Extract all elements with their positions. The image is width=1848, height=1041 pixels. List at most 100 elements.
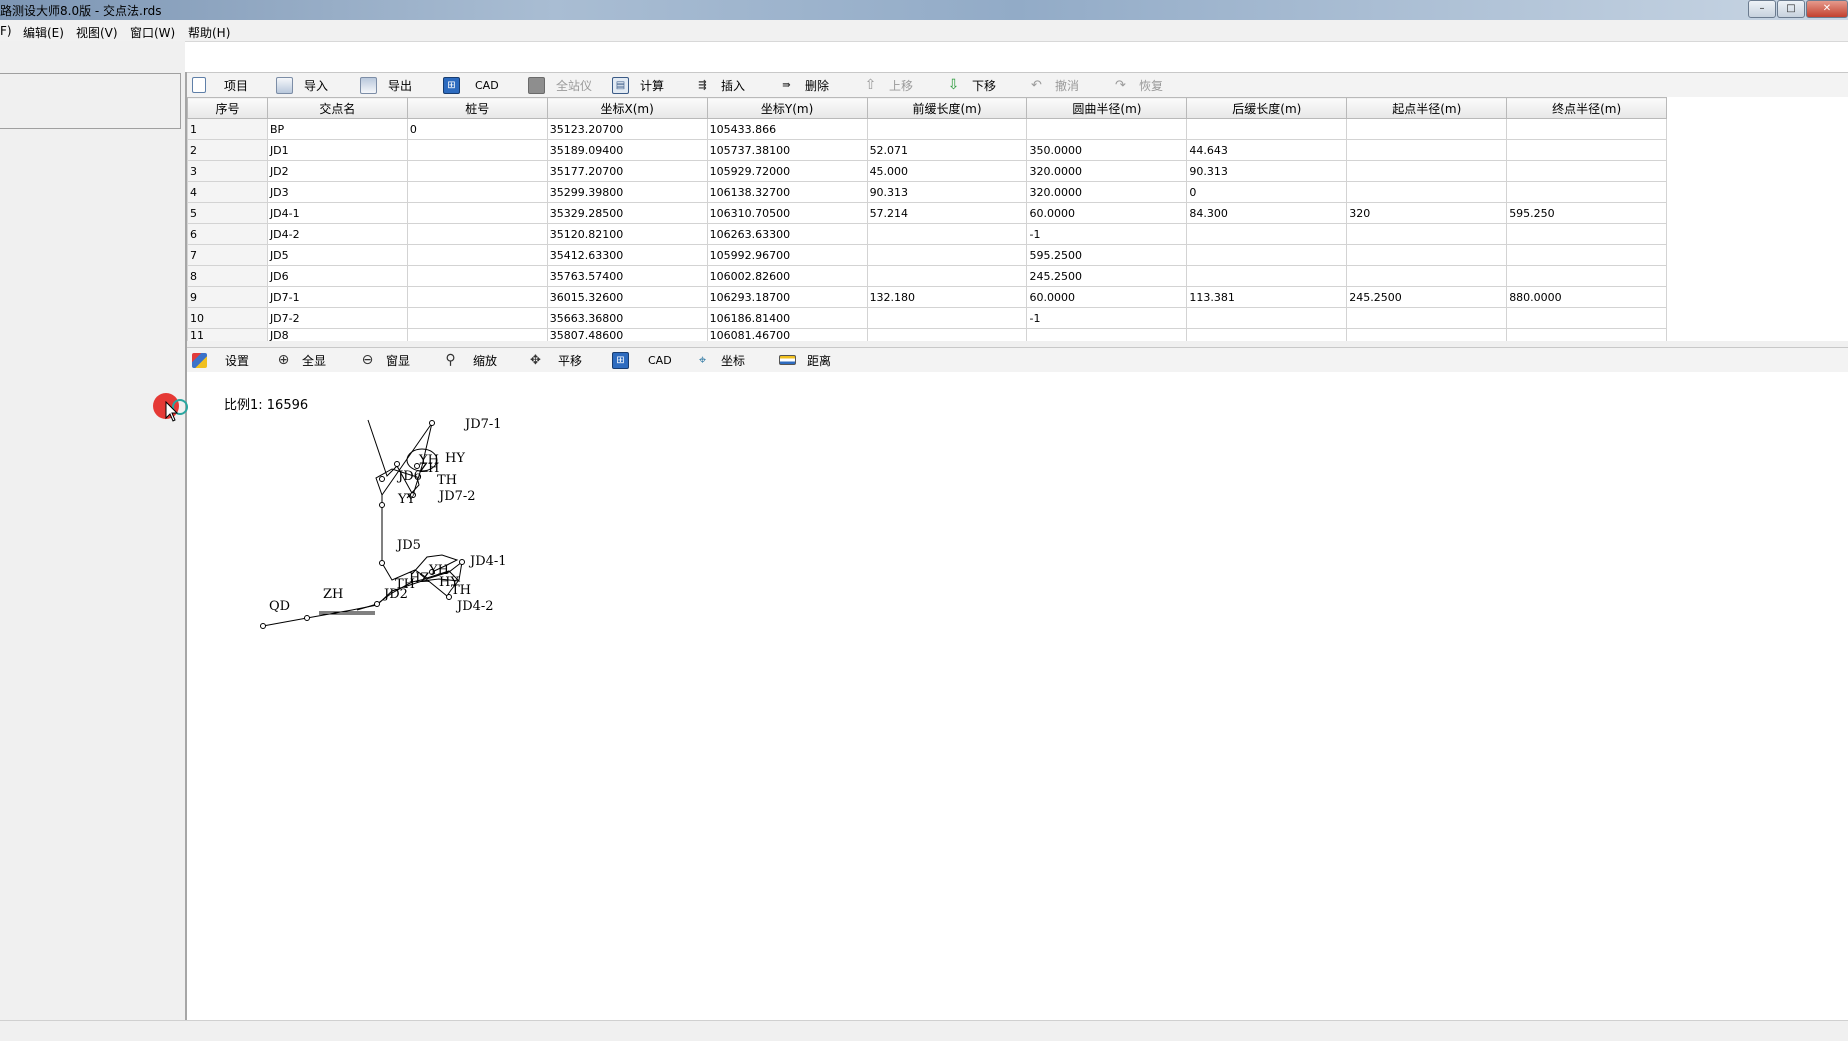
alignment-table[interactable]: 序号 交点名 桩号 坐标X(m) 坐标Y(m) 前缓长度(m) 圆曲半径(m) …	[187, 97, 1848, 341]
table-cell[interactable]	[406, 139, 548, 161]
table-cell[interactable]: 595.2500	[1026, 244, 1188, 266]
table-cell[interactable]: -1	[1026, 223, 1188, 245]
table-cell[interactable]: JD7-1	[266, 286, 408, 308]
table-cell[interactable]: 113.381	[1186, 286, 1348, 308]
table-cell[interactable]	[1506, 160, 1668, 182]
table-cell[interactable]	[1186, 307, 1348, 329]
table-cell[interactable]: 106002.82600	[706, 265, 868, 287]
table-cell[interactable]: 35120.82100	[546, 223, 708, 245]
column-header[interactable]: 坐标Y(m)	[706, 97, 868, 119]
table-cell[interactable]	[1346, 181, 1508, 203]
table-cell[interactable]: JD8	[266, 328, 408, 341]
table-cell[interactable]: 35189.09400	[546, 139, 708, 161]
table-cell[interactable]	[1506, 139, 1668, 161]
column-header[interactable]: 交点名	[266, 97, 408, 119]
table-cell[interactable]: 84.300	[1186, 202, 1348, 224]
table-cell[interactable]: 35663.36800	[546, 307, 708, 329]
table-cell[interactable]: 35763.57400	[546, 265, 708, 287]
table-cell[interactable]: 320	[1346, 202, 1508, 224]
drawing-canvas[interactable]: 比例1: 16596 JD7-1 HY YH ZH JD6 TH JD7-2 Y…	[187, 372, 1848, 1020]
table-cell[interactable]	[406, 202, 548, 224]
data-grid[interactable]: 序号 交点名 桩号 坐标X(m) 坐标Y(m) 前缓长度(m) 圆曲半径(m) …	[187, 97, 1848, 341]
table-row[interactable]: 6 JD4-2 35120.82100 106263.63300 -1	[187, 223, 1848, 245]
table-cell[interactable]	[1186, 223, 1348, 245]
table-cell[interactable]: 1	[187, 118, 268, 140]
table-cell[interactable]: 350.0000	[1026, 139, 1188, 161]
table-cell[interactable]	[1346, 160, 1508, 182]
delete-button[interactable]: ⇛ 删除	[779, 76, 829, 94]
column-header[interactable]: 序号	[187, 97, 268, 119]
table-cell[interactable]: 52.071	[866, 139, 1028, 161]
table-cell[interactable]: JD2	[266, 160, 408, 182]
menu-file[interactable]: F)	[0, 24, 12, 38]
table-cell[interactable]: 6	[187, 223, 268, 245]
table-cell[interactable]: 320.0000	[1026, 181, 1188, 203]
table-cell[interactable]: 36015.32600	[546, 286, 708, 308]
pan-button[interactable]: ✥ 平移	[528, 351, 582, 369]
table-cell[interactable]	[1506, 307, 1668, 329]
table-cell[interactable]: JD1	[266, 139, 408, 161]
table-cell[interactable]: 106081.46700	[706, 328, 868, 341]
table-cell[interactable]: 35807.48600	[546, 328, 708, 341]
table-cell[interactable]: JD5	[266, 244, 408, 266]
table-cell[interactable]	[406, 307, 548, 329]
table-row[interactable]: 5 JD4-1 35329.28500 106310.70500 57.214 60.00…	[187, 202, 1848, 224]
table-cell[interactable]	[1506, 265, 1668, 287]
table-cell[interactable]: 880.0000	[1506, 286, 1668, 308]
move-up-button[interactable]: ⇧ 上移	[863, 76, 913, 94]
table-cell[interactable]	[1346, 139, 1508, 161]
table-cell[interactable]: 4	[187, 181, 268, 203]
table-cell[interactable]: 2	[187, 139, 268, 161]
table-cell[interactable]: 105929.72000	[706, 160, 868, 182]
calculate-button[interactable]: ▤ 计算	[612, 76, 664, 94]
table-cell[interactable]	[866, 328, 1028, 341]
table-cell[interactable]	[1186, 328, 1348, 341]
total-station-button[interactable]: 全站仪	[528, 76, 592, 94]
redo-button[interactable]: ↷ 恢复	[1113, 76, 1163, 94]
table-cell[interactable]: 35299.39800	[546, 181, 708, 203]
table-cell[interactable]: 132.180	[866, 286, 1028, 308]
table-cell[interactable]: 35329.28500	[546, 202, 708, 224]
column-header[interactable]: 后缓长度(m)	[1186, 97, 1348, 119]
coordinate-button[interactable]: ⌖ 坐标	[695, 351, 745, 369]
zoom-button[interactable]: ⚲ 缩放	[443, 351, 497, 369]
table-cell[interactable]	[1506, 223, 1668, 245]
table-cell[interactable]	[1346, 328, 1508, 341]
table-cell[interactable]: 105433.866	[706, 118, 868, 140]
table-cell[interactable]	[1346, 265, 1508, 287]
menu-edit[interactable]: 编辑(E)	[23, 24, 64, 41]
table-cell[interactable]	[406, 286, 548, 308]
cad-button[interactable]: ⊞ CAD	[443, 76, 499, 94]
table-cell[interactable]	[1186, 244, 1348, 266]
table-cell[interactable]: 245.2500	[1346, 286, 1508, 308]
table-cell[interactable]: 35412.63300	[546, 244, 708, 266]
table-cell[interactable]	[406, 265, 548, 287]
alignment-plot[interactable]: JD7-1 HY YH ZH JD6 TH JD7-2 YY JD5 JD4-1…	[187, 372, 1848, 1020]
table-cell[interactable]: 245.2500	[1026, 265, 1188, 287]
table-cell[interactable]	[1346, 307, 1508, 329]
table-cell[interactable]: JD4-1	[266, 202, 408, 224]
table-cell[interactable]: 57.214	[866, 202, 1028, 224]
table-cell[interactable]	[866, 244, 1028, 266]
zoom-window-button[interactable]: ⊖ 窗显	[360, 351, 410, 369]
table-cell[interactable]	[1026, 118, 1188, 140]
table-cell[interactable]: 9	[187, 286, 268, 308]
table-cell[interactable]	[866, 265, 1028, 287]
minimize-button[interactable]: –	[1748, 0, 1776, 18]
table-cell[interactable]: BP	[266, 118, 408, 140]
table-cell[interactable]: 60.0000	[1026, 286, 1188, 308]
settings-button[interactable]: 设置	[192, 351, 249, 369]
graphic-cad-button[interactable]: ⊞ CAD	[612, 351, 672, 369]
column-header[interactable]: 桩号	[406, 97, 548, 119]
table-cell[interactable]: 106310.70500	[706, 202, 868, 224]
table-cell[interactable]	[866, 223, 1028, 245]
table-cell[interactable]: 35177.20700	[546, 160, 708, 182]
table-row[interactable]: 7 JD5 35412.63300 105992.96700 595.2500	[187, 244, 1848, 266]
table-cell[interactable]	[1346, 223, 1508, 245]
table-cell[interactable]: 105992.96700	[706, 244, 868, 266]
undo-button[interactable]: ↶ 撤消	[1029, 76, 1079, 94]
table-cell[interactable]: 106293.18700	[706, 286, 868, 308]
table-cell[interactable]: 11	[187, 328, 268, 341]
table-row[interactable]: 10 JD7-2 35663.36800 106186.81400 -1	[187, 307, 1848, 329]
table-cell[interactable]: -1	[1026, 307, 1188, 329]
